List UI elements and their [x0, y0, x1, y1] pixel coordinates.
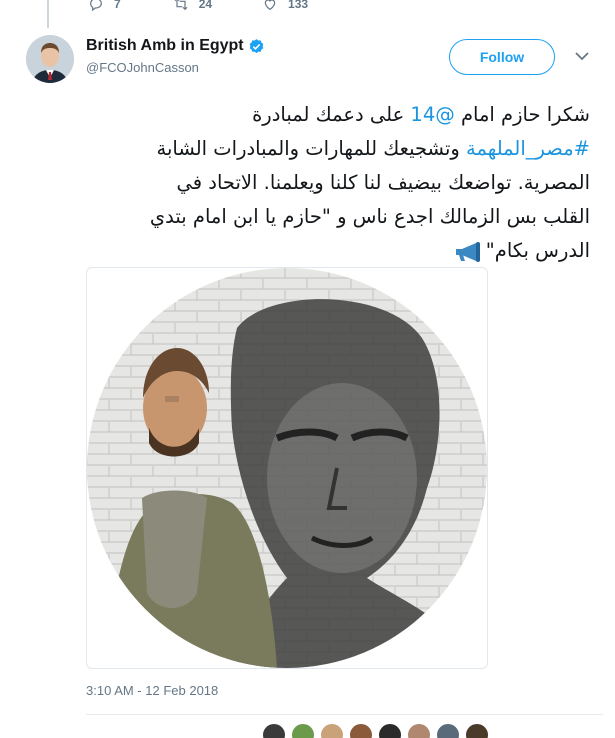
liker-avatar[interactable] [378, 723, 402, 738]
chevron-down-icon[interactable] [575, 51, 589, 61]
retweet-icon [174, 0, 188, 11]
like-action[interactable]: 133 [262, 0, 308, 12]
author-display-name[interactable]: British Amb in Egypt [86, 37, 244, 55]
tweet-text: شكرا حازم امام @14 على دعمك لمبادرة #مصر… [82, 98, 590, 268]
liker-avatar[interactable] [262, 723, 286, 738]
thread-connector-line [47, 0, 49, 28]
tweet-line-2: #مصر_الملهمة وتشجيعك للمهارات والمبادرات… [82, 132, 590, 166]
media-photo [87, 268, 487, 668]
tweet-line-4: القلب بس الزمالك اجدع ناس و "حازم يا ابن… [149, 205, 590, 228]
tweet-line-5: الدرس بكام" [82, 234, 590, 268]
tweet-line-1: شكرا حازم امام @14 على دعمك لمبادرة [82, 98, 590, 132]
reply-action[interactable]: 7 [88, 0, 121, 12]
tweet-header: British Amb in Egypt @FCOJohnCasson Foll… [26, 35, 601, 85]
liker-avatar[interactable] [436, 723, 460, 738]
avatar[interactable] [26, 35, 74, 83]
liker-avatar[interactable] [291, 723, 315, 738]
hashtag-link[interactable]: #مصر_الملهمة [466, 137, 590, 160]
liker-avatar[interactable] [465, 723, 489, 738]
liker-avatar[interactable] [407, 723, 431, 738]
liker-avatars [262, 723, 494, 738]
reply-count: 7 [114, 0, 121, 11]
like-icon [264, 0, 276, 11]
tweet-timestamp[interactable]: 3:10 AM - 12 Feb 2018 [86, 683, 218, 698]
tweet-line-3: المصرية. تواضعك بيضيف لنا كلنا ويعلمنا. … [176, 171, 590, 194]
tweet-text-segment: وتشجيعك للمهارات والمبادرات الشابة [156, 137, 466, 160]
author-handle[interactable]: @FCOJohnCasson [86, 60, 265, 75]
megaphone-emoji [455, 241, 480, 262]
like-count: 133 [288, 0, 309, 11]
mention-link[interactable]: @14 [410, 103, 454, 126]
tweet-text-segment: شكرا حازم امام [454, 103, 590, 126]
liker-avatar[interactable] [320, 723, 344, 738]
reply-icon [90, 0, 102, 12]
author-block: British Amb in Egypt @FCOJohnCasson [86, 37, 265, 75]
tweet-media-image[interactable] [86, 267, 488, 669]
liker-avatar[interactable] [349, 723, 373, 738]
previous-tweet-actions: 7 24 133 [88, 0, 358, 14]
avatar-image [26, 35, 74, 83]
retweet-action[interactable]: 24 [173, 0, 212, 12]
verified-badge-icon [249, 38, 263, 53]
tweet-text-segment: الدرس بكام" [485, 239, 590, 262]
tweet-text-segment: على دعمك لمبادرة [252, 103, 411, 126]
follow-button[interactable]: Follow [449, 39, 555, 75]
retweet-count: 24 [198, 0, 213, 11]
divider [86, 714, 603, 715]
